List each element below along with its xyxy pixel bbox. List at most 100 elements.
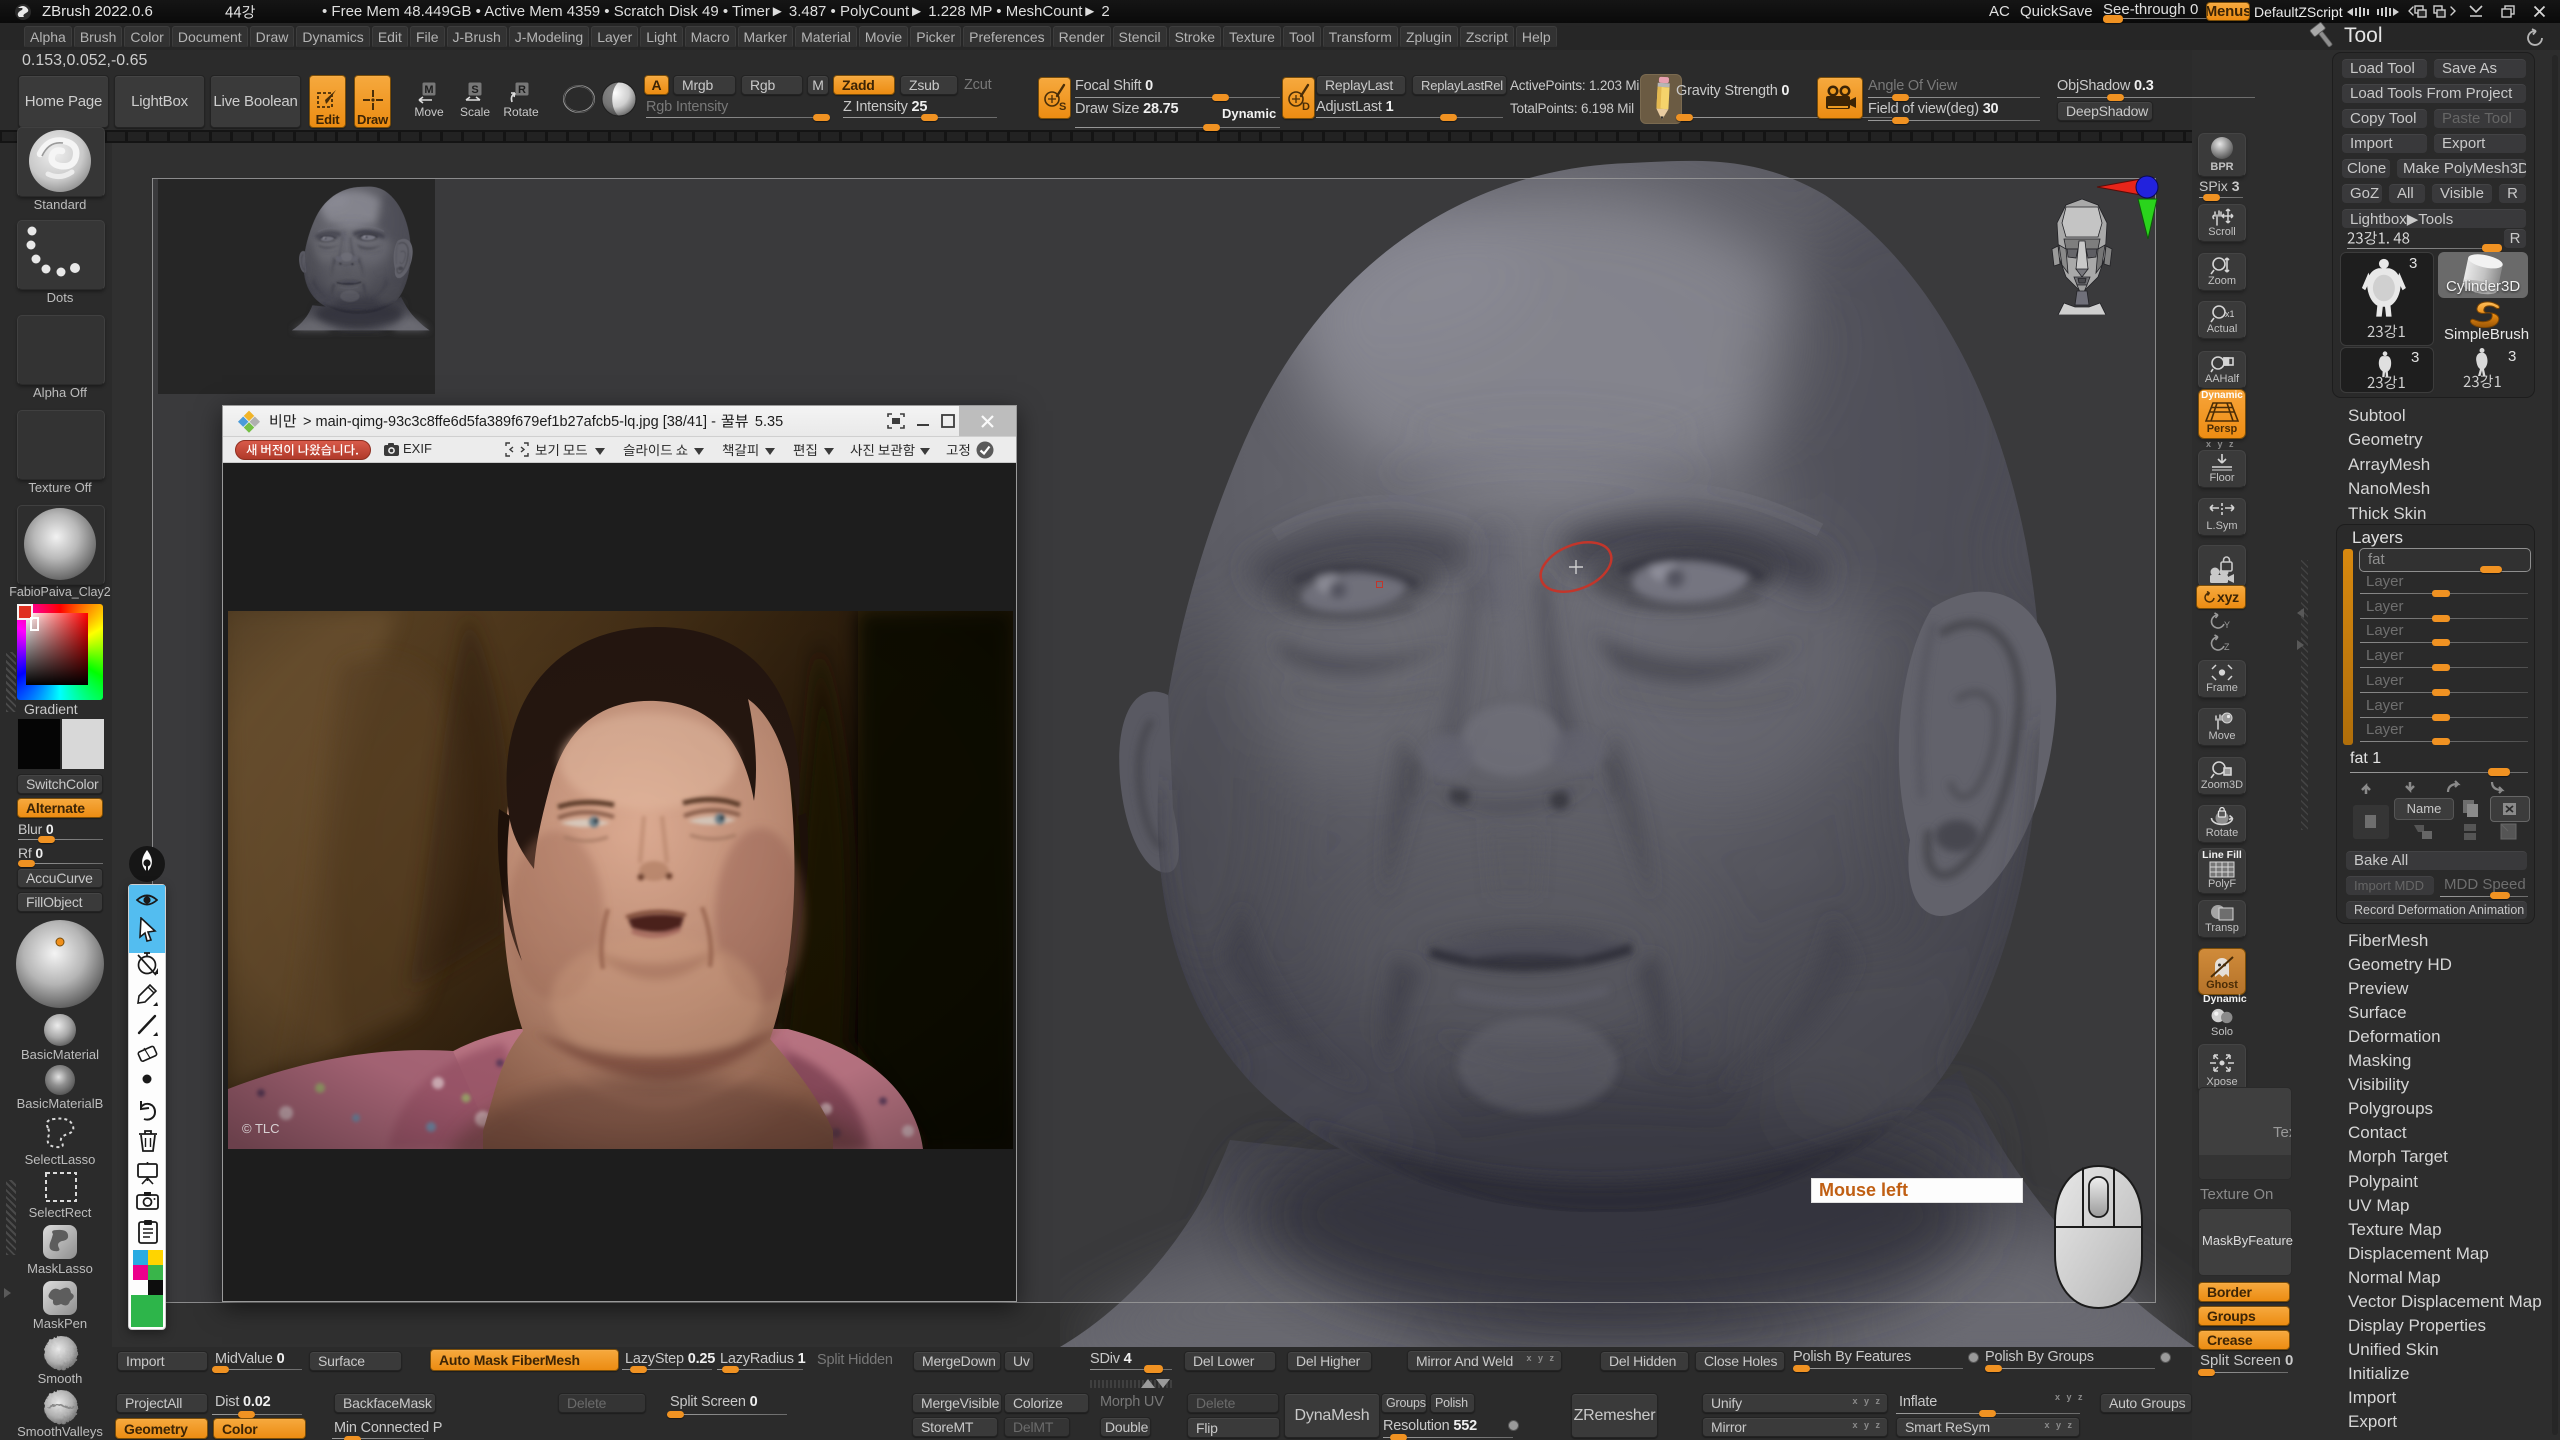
accucurve-button[interactable]: AccuCurve xyxy=(17,868,103,888)
select-rect-icon[interactable] xyxy=(42,1170,80,1204)
stroke-type-tile[interactable] xyxy=(17,220,105,290)
backfacemask-button[interactable]: BackfaceMask xyxy=(334,1393,436,1413)
rgb-button[interactable]: Rgb xyxy=(741,75,803,95)
color-picker[interactable] xyxy=(17,604,103,700)
gy-rotate-icon[interactable]: Y xyxy=(2208,612,2232,630)
active-tool-handle[interactable] xyxy=(2482,244,2502,252)
select-rect-label[interactable]: SelectRect xyxy=(0,1205,120,1220)
tool-section-header[interactable]: Displacement Map xyxy=(2348,1244,2548,1264)
epicpen-clipboard-icon[interactable] xyxy=(137,1219,159,1244)
sdiv-down-arrow[interactable] xyxy=(1156,1379,1170,1388)
layer-row[interactable]: Layer xyxy=(2360,572,2528,596)
auto-mask-fibermesh-button[interactable]: Auto Mask FiberMesh xyxy=(430,1349,619,1371)
menu-item[interactable]: Movie xyxy=(859,26,908,48)
active-tool-track[interactable] xyxy=(2347,248,2497,249)
epicpen-undo-icon[interactable] xyxy=(136,1100,159,1122)
lightbox-tools-button[interactable]: Lightbox▶Tools xyxy=(2341,208,2527,229)
groups-polish-button[interactable]: Groups xyxy=(1381,1393,1427,1413)
goz-button[interactable]: GoZ xyxy=(2341,183,2383,204)
menu-item[interactable]: Preferences xyxy=(963,26,1050,48)
tool-reset-icon[interactable] xyxy=(2526,28,2546,48)
tool-section-header[interactable]: FiberMesh xyxy=(2348,931,2548,951)
new-version-button[interactable] xyxy=(235,440,371,460)
minimize-dock-icon[interactable] xyxy=(2468,5,2484,18)
del-lower-button[interactable]: Del Lower xyxy=(1184,1351,1276,1371)
solo-button[interactable]: Solo xyxy=(2198,1006,2246,1042)
tool-section-header[interactable]: Subtool xyxy=(2348,406,2548,426)
tool-section-header[interactable]: Vector Displacement Map xyxy=(2348,1292,2548,1312)
lazyradius-handle[interactable] xyxy=(722,1366,739,1373)
resolution-mode-dot[interactable] xyxy=(1508,1420,1519,1431)
scroll-button[interactable]: Scroll xyxy=(2198,204,2246,242)
mdd-speed-handle[interactable] xyxy=(2490,892,2510,899)
sdiv-up-arrow[interactable] xyxy=(1141,1379,1155,1388)
menu-item[interactable]: Alpha xyxy=(24,26,72,48)
tool-section-header[interactable]: Morph Target xyxy=(2348,1147,2548,1167)
tablet-pressure-icons[interactable] xyxy=(2347,5,2399,19)
menu-item[interactable]: Tool xyxy=(1283,26,1321,48)
selected-layer-handle[interactable] xyxy=(2488,768,2510,776)
ac-button[interactable]: AC xyxy=(1989,3,2010,20)
menu-item[interactable]: Transform xyxy=(1323,26,1398,48)
delete-button[interactable]: Delete xyxy=(558,1393,646,1413)
photo-library-label[interactable] xyxy=(850,444,916,457)
focal-shift-handle[interactable] xyxy=(1212,94,1229,101)
focal-shift-track[interactable] xyxy=(1075,97,1280,98)
menu-item[interactable]: Zplugin xyxy=(1400,26,1458,48)
polish-by-groups-handle[interactable] xyxy=(1985,1365,2002,1372)
goz-visible-button[interactable]: Visible xyxy=(2431,183,2493,204)
menus-button[interactable]: Menus xyxy=(2206,2,2250,21)
save-as-button[interactable]: Save As xyxy=(2433,58,2527,79)
layer-arrow-buttons[interactable] xyxy=(2352,778,2530,798)
layer-row-handle[interactable] xyxy=(2432,738,2450,745)
bake-all-button[interactable]: Bake All xyxy=(2345,850,2528,871)
camera-gizmo[interactable] xyxy=(2040,165,2165,315)
tool-thumb-active[interactable]: 3 xyxy=(2340,252,2434,346)
mask-lasso-label[interactable]: MaskLasso xyxy=(0,1261,120,1276)
layer-row[interactable]: Layer xyxy=(2360,696,2528,720)
left-scroll-dots[interactable] xyxy=(6,652,16,712)
layer-row[interactable]: Layer xyxy=(2360,597,2528,621)
rotate-3d-button[interactable]: Rotate xyxy=(2198,805,2246,843)
tool-section-header[interactable]: Polygroups xyxy=(2348,1099,2548,1119)
honeyview-fullscreen-icon[interactable] xyxy=(887,413,905,429)
floor-xyz-toggles[interactable]: x y z xyxy=(2206,439,2236,449)
frame-button[interactable]: Frame xyxy=(2198,660,2246,698)
del-hidden-button[interactable]: Del Hidden xyxy=(1600,1351,1689,1371)
import-mdd-button[interactable]: Import MDD xyxy=(2345,875,2435,896)
alternate-button[interactable]: Alternate xyxy=(17,798,103,818)
delmt-button[interactable]: DelMT xyxy=(1004,1417,1070,1437)
tool-section-header[interactable]: Unified Skin xyxy=(2348,1340,2548,1360)
polish-groups-mode-dot[interactable] xyxy=(2160,1352,2171,1363)
epicpen-current-color[interactable] xyxy=(131,1295,163,1327)
groups-button[interactable]: Groups xyxy=(2198,1306,2290,1326)
crease-button[interactable]: Crease xyxy=(2198,1330,2290,1350)
panel-collapse-arrow-1[interactable] xyxy=(2297,608,2304,618)
tool-section-header[interactable]: Initialize xyxy=(2348,1364,2548,1384)
color-cursor[interactable] xyxy=(30,617,39,631)
epicpen-color-cyan[interactable] xyxy=(133,1250,148,1265)
tool-section-header[interactable]: Preview xyxy=(2348,979,2548,999)
tool-section-header[interactable]: Surface xyxy=(2348,1003,2548,1023)
zadd-button[interactable]: Zadd xyxy=(833,75,895,95)
exif-label[interactable]: EXIF xyxy=(403,441,432,456)
default-zscript-button[interactable]: DefaultZScript xyxy=(2254,4,2343,20)
smooth-valleys-icon[interactable] xyxy=(40,1388,82,1428)
tool-section-header[interactable]: Texture Map xyxy=(2348,1220,2548,1240)
min-connected-handle[interactable] xyxy=(344,1436,361,1440)
menu-item[interactable]: Edit xyxy=(372,26,408,48)
del-higher-button[interactable]: Del Higher xyxy=(1287,1351,1372,1371)
sculpt-model[interactable] xyxy=(1060,140,2195,1347)
tool-section-header[interactable]: Export xyxy=(2348,1412,2548,1432)
stroke-curve-icon[interactable] xyxy=(560,82,598,116)
zoom3d-button[interactable]: Zoom3D xyxy=(2198,757,2246,795)
color-button[interactable]: Color xyxy=(213,1418,306,1439)
panel-collapse-arrow-2[interactable] xyxy=(2297,640,2304,650)
tool-section-header[interactable]: Import xyxy=(2348,1388,2548,1408)
honeyview-window[interactable]: > main-qimg-93c3c8ffe6d5fa389f679ef1b27a… xyxy=(222,405,1017,1302)
menu-item[interactable]: Zscript xyxy=(1460,26,1514,48)
layers-record-bar[interactable] xyxy=(2343,549,2353,745)
tool-r-button[interactable]: R xyxy=(2503,228,2527,249)
tool-section-header[interactable]: ArrayMesh xyxy=(2348,455,2548,475)
layer-doc-button[interactable] xyxy=(2352,804,2390,840)
